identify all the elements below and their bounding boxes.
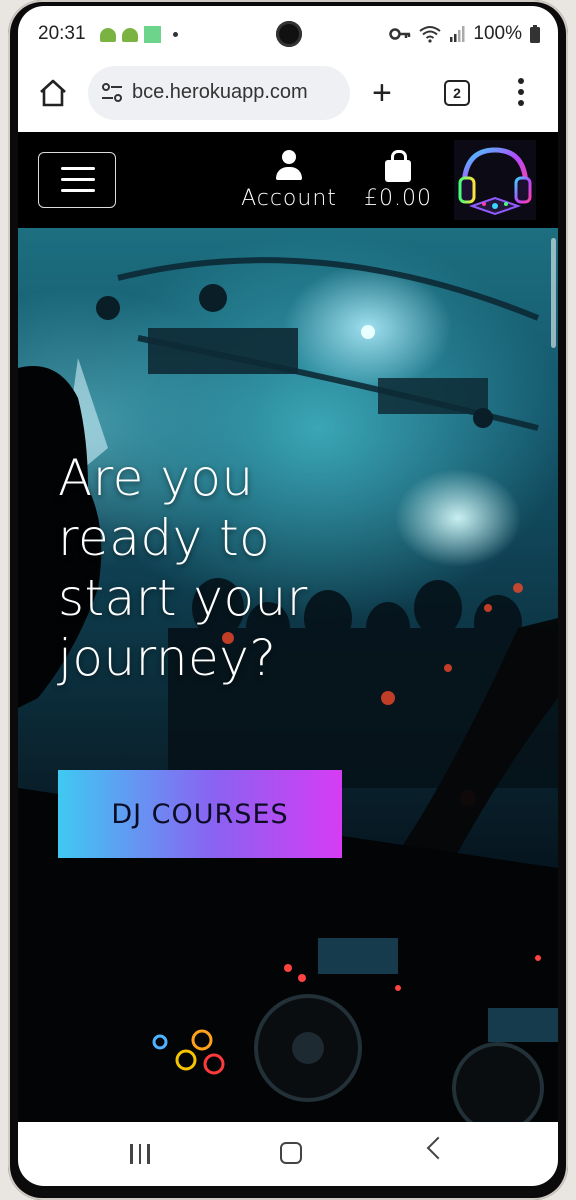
cart-link[interactable]: £0.00 bbox=[356, 150, 440, 211]
phone-frame: 20:31 100% bce.herokuapp.com + 2 Account… bbox=[8, 0, 568, 1200]
android-icon bbox=[122, 27, 138, 42]
screen: 20:31 100% bce.herokuapp.com + 2 Account… bbox=[18, 6, 558, 1186]
battery-icon bbox=[530, 25, 540, 43]
address-bar[interactable]: bce.herokuapp.com bbox=[88, 66, 350, 120]
account-link[interactable]: Account bbox=[234, 150, 344, 211]
status-right: 100% bbox=[389, 23, 540, 45]
site-settings-icon[interactable] bbox=[100, 82, 124, 104]
recent-apps-icon[interactable] bbox=[130, 1144, 150, 1164]
cart-total: £0.00 bbox=[364, 186, 432, 211]
wifi-icon bbox=[419, 26, 442, 43]
dj-courses-button[interactable]: DJ COURSES bbox=[58, 770, 342, 858]
status-bar: 20:31 100% bbox=[18, 6, 558, 62]
more-menu-icon[interactable] bbox=[518, 78, 524, 111]
account-icon bbox=[274, 150, 304, 184]
hamburger-menu-icon[interactable] bbox=[38, 152, 116, 208]
home-icon[interactable] bbox=[38, 78, 68, 108]
back-icon[interactable] bbox=[426, 1136, 450, 1160]
home-button-icon[interactable] bbox=[280, 1142, 302, 1164]
key-icon bbox=[389, 28, 411, 40]
system-nav-bar bbox=[18, 1122, 558, 1186]
app-square-icon bbox=[144, 26, 161, 43]
site-header: Account £0.00 bbox=[18, 132, 558, 228]
status-time: 20:31 bbox=[38, 23, 86, 44]
plus-icon[interactable]: + bbox=[372, 74, 392, 113]
dot-icon bbox=[173, 32, 178, 37]
camera-cutout bbox=[276, 21, 302, 47]
scrollbar[interactable] bbox=[551, 238, 556, 348]
hero-headline: Are you ready to start your journey? bbox=[58, 449, 308, 687]
account-label: Account bbox=[241, 186, 337, 211]
hero-section: Are you ready to start your journey? DJ … bbox=[18, 228, 558, 1122]
headphones-logo[interactable] bbox=[454, 140, 536, 220]
browser-toolbar: bce.herokuapp.com + 2 bbox=[18, 62, 558, 132]
url-text: bce.herokuapp.com bbox=[132, 81, 308, 103]
signal-icon bbox=[450, 26, 465, 42]
battery-percent: 100% bbox=[473, 23, 522, 44]
notification-icons bbox=[100, 26, 178, 43]
shopping-bag-icon bbox=[385, 150, 411, 182]
android-icon bbox=[100, 27, 116, 42]
tabs-icon[interactable]: 2 bbox=[444, 80, 470, 106]
